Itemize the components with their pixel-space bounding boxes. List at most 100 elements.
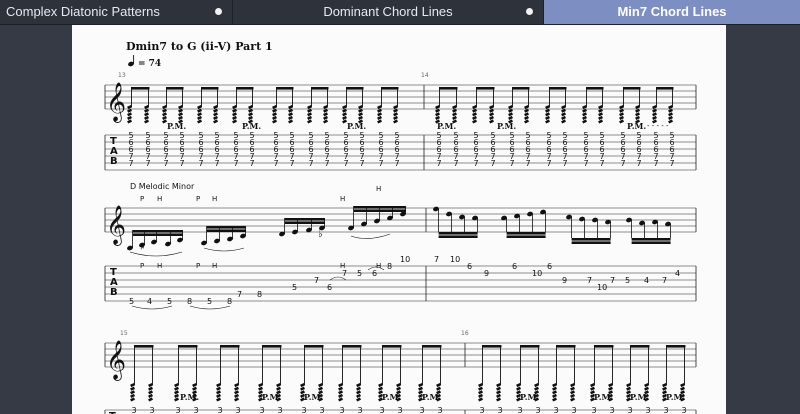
treble-clef-icon: 𝄞: [106, 82, 126, 123]
tab-fret: 7: [290, 159, 295, 168]
tab-fret: 3: [610, 406, 615, 414]
tab-fret: 3: [194, 406, 199, 414]
note-head: [162, 112, 167, 117]
note-head: [144, 119, 149, 124]
tab-fret: 3: [592, 406, 597, 414]
note-head: [570, 393, 575, 398]
tab-fret: 7: [526, 159, 531, 168]
tab-fret: 6: [372, 269, 377, 278]
slur: [129, 251, 183, 257]
articulation-label: H: [157, 195, 162, 203]
note-head: [192, 386, 197, 391]
tab-fret: 3: [340, 406, 345, 414]
modified-dot-icon: [215, 8, 222, 15]
tab-fret: 3: [398, 406, 403, 414]
tab-fret: 3: [320, 406, 325, 414]
tab-dominant-chord-lines[interactable]: Dominant Chord Lines: [233, 0, 544, 24]
palm-mute-label: P.M.: [347, 121, 366, 131]
note-head: [472, 119, 477, 124]
note-head: [358, 115, 363, 120]
note-head: [608, 386, 613, 391]
beam: [571, 241, 611, 244]
note-head: [418, 386, 423, 391]
tab-fret: 7: [434, 255, 439, 264]
note-head: [489, 119, 494, 124]
tab-fret: 7: [454, 159, 459, 168]
palm-mute-label: P.M.: [180, 392, 199, 402]
note-head: [570, 397, 575, 402]
score-page[interactable]: Dmin7 to G (ii-V) Part 1 = 74 𝄞 13 14 P.M. P…: [72, 25, 726, 414]
tab-fret: 3: [278, 406, 283, 414]
note-head: [635, 112, 640, 117]
note-head: [598, 112, 603, 117]
tab-bar: Complex Diatonic Patterns Dominant Chord…: [0, 0, 800, 25]
tab-fret: 3: [218, 406, 223, 414]
tab-fret: 3: [358, 406, 363, 414]
note-head: [272, 112, 277, 117]
note-head: [216, 386, 221, 391]
note-head: [508, 112, 513, 117]
tab-fret: 3: [682, 406, 687, 414]
note-head: [174, 397, 179, 402]
note-head: [356, 386, 361, 391]
note-head: [598, 119, 603, 124]
tab-fret: 7: [164, 159, 169, 168]
note-head: [590, 386, 595, 391]
note-head: [496, 397, 501, 402]
beam: [262, 345, 282, 348]
tab-fret: 3: [260, 406, 265, 414]
note-head: [489, 115, 494, 120]
note-head: [197, 119, 202, 124]
tab-fret: 3: [536, 406, 541, 414]
beam: [131, 87, 150, 90]
tab-fret: 3: [302, 406, 307, 414]
tab-fret: 7: [547, 159, 552, 168]
note-head: [496, 390, 501, 395]
note-head: [496, 393, 501, 398]
tab-fret: 4: [644, 276, 649, 285]
note-head: [668, 115, 673, 120]
slur: [350, 233, 391, 239]
tab-fret: 3: [438, 406, 443, 414]
tempo-marking: = 74: [128, 55, 161, 69]
tab-fret: 9: [562, 276, 567, 285]
tab-fret: 7: [637, 159, 642, 168]
note-head: [174, 386, 179, 391]
tab-fret: 7: [234, 159, 239, 168]
beam: [506, 232, 546, 235]
tab-fret: 3: [518, 406, 523, 414]
articulation-label: H: [340, 195, 345, 203]
note-head: [635, 115, 640, 120]
beam: [630, 345, 650, 348]
beam: [134, 345, 154, 348]
note-head: [234, 386, 239, 391]
note-head: [435, 115, 440, 120]
note-head: [197, 112, 202, 117]
note-head: [356, 393, 361, 398]
palm-mute-label: P.M.: [627, 121, 646, 131]
note-head: [342, 115, 347, 120]
tab-fret: 3: [628, 406, 633, 414]
articulation-label: P: [140, 195, 144, 203]
flat-icon: ♭: [318, 229, 323, 240]
note-head: [174, 390, 179, 395]
tab-fret: 3: [236, 406, 241, 414]
tab-letter: B: [110, 156, 118, 167]
note-head: [435, 112, 440, 117]
tab-label: Complex Diatonic Patterns: [6, 4, 160, 19]
tab-fret: 6: [512, 262, 517, 271]
tab-min7-chord-lines[interactable]: Min7 Chord Lines: [544, 0, 800, 24]
note-head: [478, 393, 483, 398]
tab-complex-diatonic-patterns[interactable]: Complex Diatonic Patterns: [0, 0, 233, 24]
note-head: [472, 112, 477, 117]
tab-fret: 7: [325, 159, 330, 168]
note-head: [288, 119, 293, 124]
beam: [201, 87, 219, 90]
beam: [342, 345, 362, 348]
note-head: [582, 115, 587, 120]
treble-clef-icon: 𝄞: [106, 205, 126, 246]
beam: [482, 345, 502, 348]
note-head: [148, 397, 153, 402]
tab-fret: 6: [547, 262, 552, 271]
sharp-icon: ♯: [140, 242, 145, 253]
